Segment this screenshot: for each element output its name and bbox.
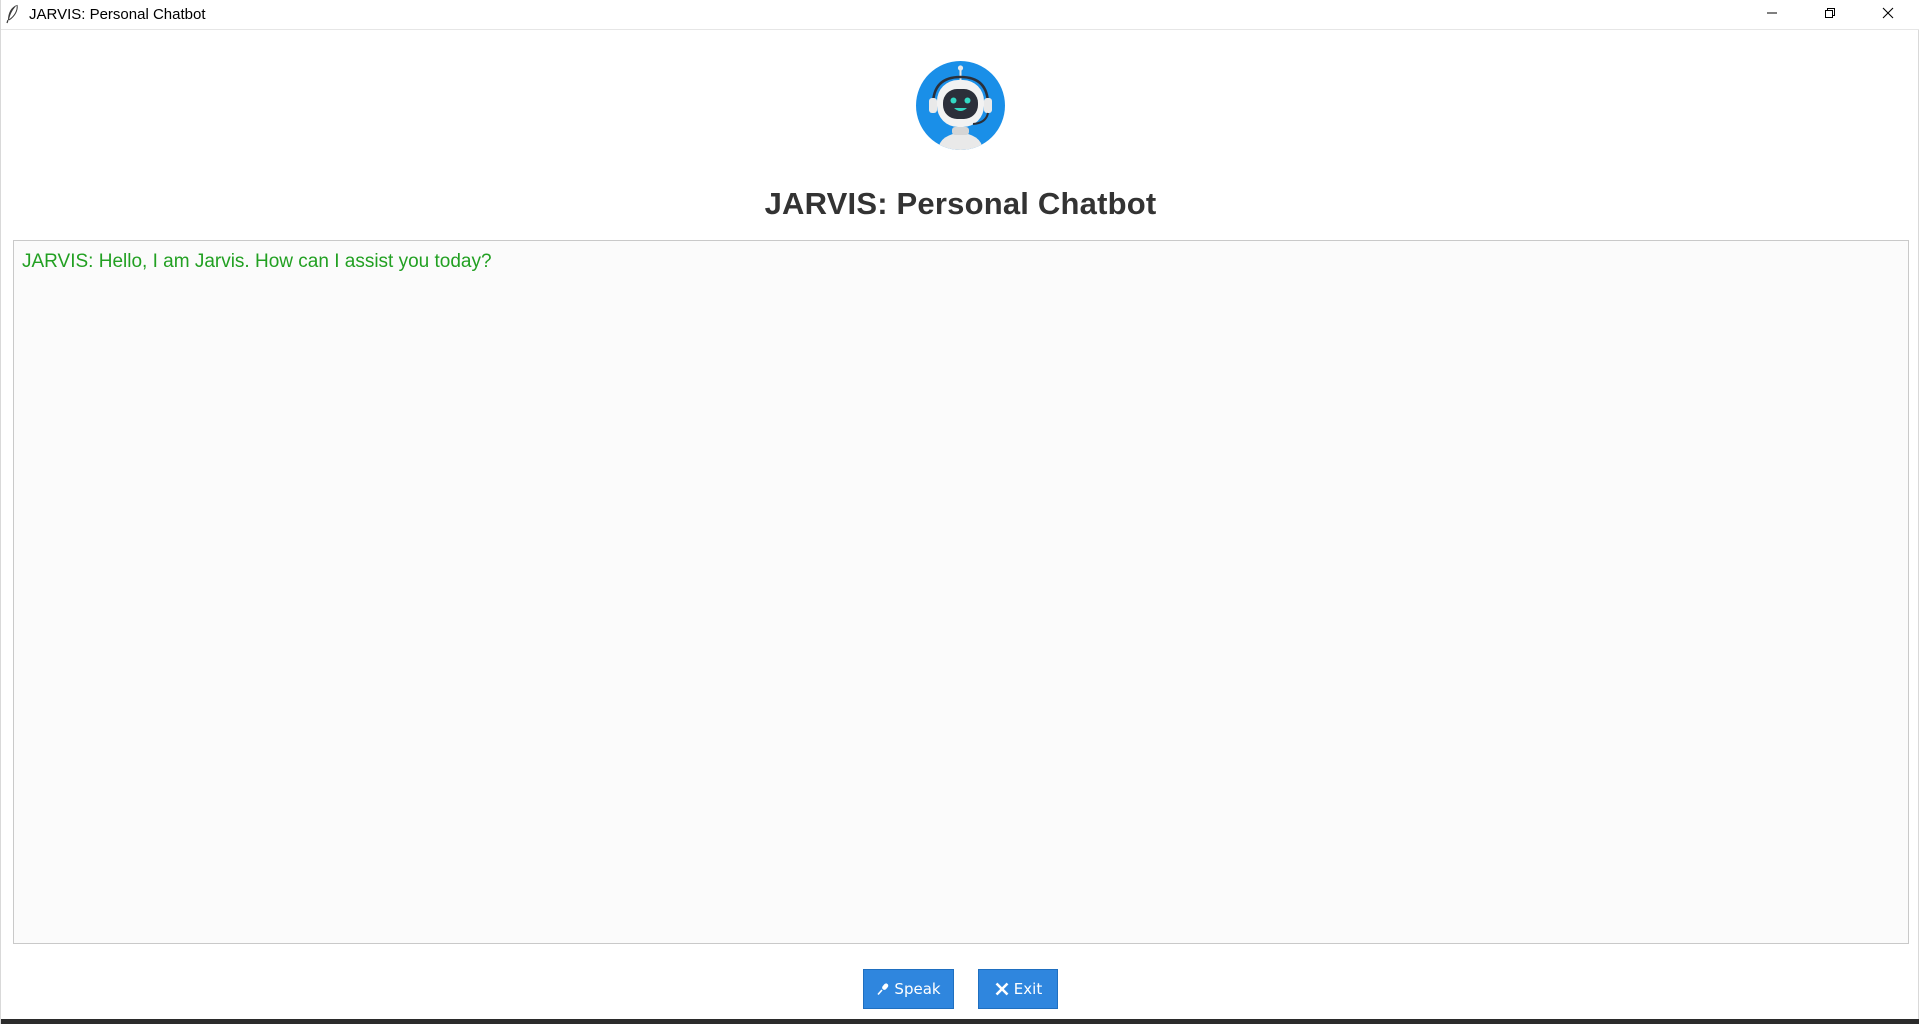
robot-headset-icon xyxy=(916,61,1005,150)
speak-button[interactable]: Speak xyxy=(863,969,954,1009)
minimize-button[interactable] xyxy=(1743,0,1801,29)
page-title: JARVIS: Personal Chatbot xyxy=(764,186,1157,221)
exit-button[interactable]: Exit xyxy=(978,969,1058,1009)
chat-log[interactable]: JARVIS: Hello, I am Jarvis. How can I as… xyxy=(13,240,1909,944)
feather-icon xyxy=(5,4,21,24)
chat-message: JARVIS: Hello, I am Jarvis. How can I as… xyxy=(22,251,492,272)
exit-button-label: Exit xyxy=(1013,980,1043,998)
speak-button-label: Speak xyxy=(894,980,941,998)
app-window: JARVIS: Personal Chatbot JARVIS: Persona… xyxy=(0,0,1919,1024)
minimize-icon xyxy=(1766,6,1778,24)
close-x-icon xyxy=(994,981,1010,997)
microphone-icon xyxy=(876,982,890,996)
close-button[interactable] xyxy=(1859,0,1917,29)
window-title: JARVIS: Personal Chatbot xyxy=(29,6,206,23)
close-icon xyxy=(1882,6,1894,24)
restore-button[interactable] xyxy=(1801,0,1859,29)
taskbar-edge xyxy=(1,1019,1919,1024)
title-bar: JARVIS: Personal Chatbot xyxy=(1,0,1919,30)
restore-icon xyxy=(1824,6,1836,24)
